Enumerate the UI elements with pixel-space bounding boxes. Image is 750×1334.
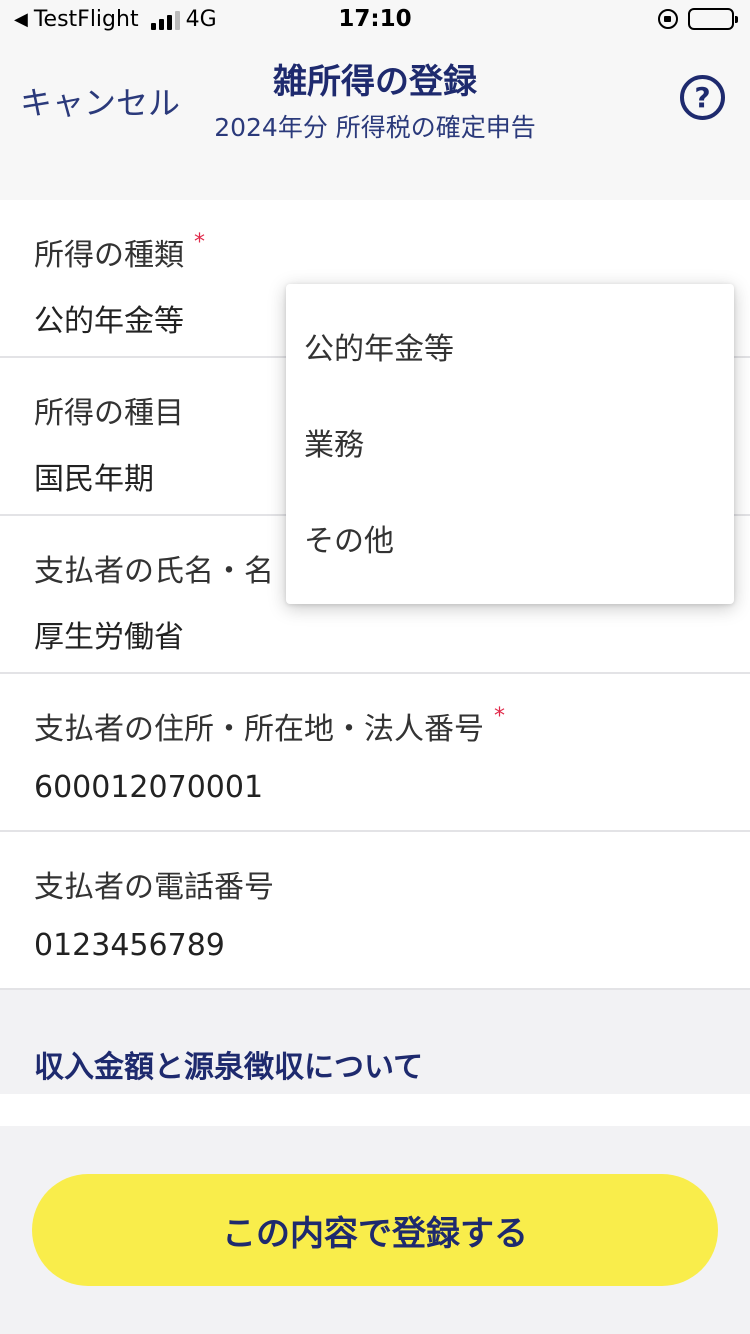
required-mark: * xyxy=(494,704,505,729)
field-label: 支払者の住所・所在地・法人番号 xyxy=(34,712,484,747)
dropdown-option[interactable]: 業務 xyxy=(286,394,734,490)
dropdown-option[interactable]: 公的年金等 xyxy=(286,298,734,394)
field-payer-address[interactable]: 支払者の住所・所在地・法人番号 * 600012070001 xyxy=(0,674,750,832)
field-label: 所得の種類 xyxy=(34,238,184,273)
rotation-lock-icon xyxy=(658,9,678,29)
submit-button[interactable]: この内容で登録する xyxy=(32,1174,718,1286)
field-label: 支払者の電話番号 xyxy=(34,870,274,905)
payer-address-input[interactable]: 600012070001 xyxy=(34,770,750,805)
page-subtitle: 2024年分 所得税の確定申告 xyxy=(214,113,536,142)
help-icon[interactable]: ? xyxy=(680,75,725,120)
navigation-bar: キャンセル 雑所得の登録 2024年分 所得税の確定申告 ? xyxy=(0,40,750,200)
income-type-dropdown: 公的年金等 業務 その他 xyxy=(286,284,734,604)
dropdown-option[interactable]: その他 xyxy=(286,490,734,586)
page-title: 雑所得の登録 xyxy=(273,62,477,102)
payer-name-input[interactable]: 厚生労働省 xyxy=(34,612,750,656)
status-right xyxy=(658,8,738,30)
required-mark: * xyxy=(194,230,205,255)
status-time: 17:10 xyxy=(338,6,412,32)
payer-phone-input[interactable]: 0123456789 xyxy=(34,928,750,963)
battery-icon xyxy=(688,8,738,30)
field-payer-phone[interactable]: 支払者の電話番号 0123456789 xyxy=(0,832,750,990)
section-title: 収入金額と源泉徴収について xyxy=(34,1050,424,1085)
status-bar: ◀ TestFlight 4G 17:10 xyxy=(0,0,750,40)
footer: この内容で登録する xyxy=(0,1126,750,1334)
